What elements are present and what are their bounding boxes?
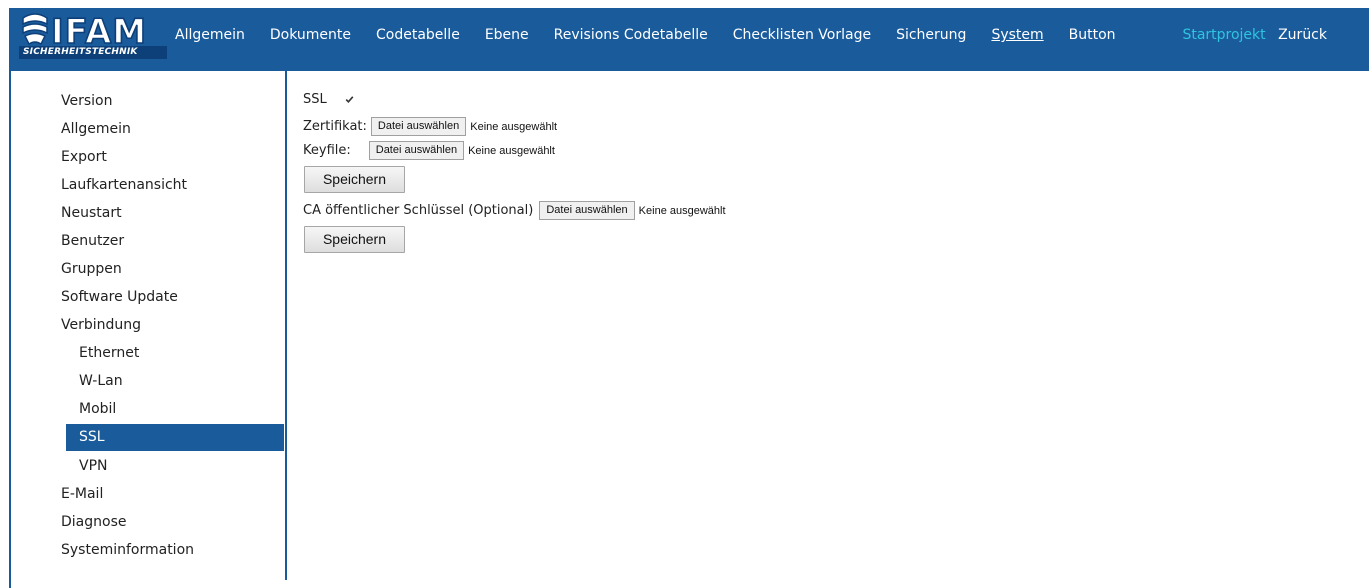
ca-key-file-button[interactable]: Datei auswählen	[539, 201, 635, 220]
ca-key-label: CA öffentlicher Schlüssel (Optional)	[303, 203, 534, 218]
certificate-row: Zertifikat: Datei auswählen Keine ausgew…	[303, 117, 557, 136]
sidebar-item-neustart[interactable]: Neustart	[61, 205, 122, 221]
certificate-label: Zertifikat:	[303, 119, 367, 134]
certificate-no-file: Keine ausgewählt	[470, 120, 558, 133]
main-nav: Allgemein Dokumente Codetabelle Ebene Re…	[175, 27, 1141, 43]
sidebar-item-version[interactable]: Version	[61, 93, 112, 109]
nav-revisions-codetabelle[interactable]: Revisions Codetabelle	[554, 27, 708, 43]
back-link[interactable]: Zurück	[1278, 27, 1327, 43]
logo-subtitle: SICHERHEITSTECHNIK	[19, 46, 167, 59]
sidebar-item-ssl[interactable]: SSL	[66, 424, 284, 451]
sidebar-item-allgemein[interactable]: Allgemein	[61, 121, 131, 137]
nav-checklisten-vorlage[interactable]: Checklisten Vorlage	[733, 27, 871, 43]
right-nav: Startprojekt Zurück	[1182, 27, 1327, 43]
sidebar-item-vpn[interactable]: VPN	[79, 458, 108, 474]
ca-key-no-file: Keine ausgewählt	[638, 204, 726, 217]
sidebar: Version Allgemein Export Laufkartenansic…	[11, 71, 285, 580]
nav-codetabelle[interactable]: Codetabelle	[376, 27, 460, 43]
keyfile-row: Keyfile: Datei auswählen Keine ausgewähl…	[303, 141, 555, 160]
sidebar-item-diagnose[interactable]: Diagnose	[61, 514, 126, 530]
ssl-row: SSL	[303, 92, 354, 107]
ssl-label: SSL	[303, 92, 327, 107]
keyfile-label: Keyfile:	[303, 143, 351, 158]
save-button[interactable]: Speichern	[304, 166, 405, 193]
keyfile-no-file: Keine ausgewählt	[468, 144, 555, 157]
sidebar-item-export[interactable]: Export	[61, 149, 107, 165]
sidebar-divider	[285, 71, 287, 580]
nav-button[interactable]: Button	[1069, 27, 1116, 43]
left-margin	[0, 0, 9, 588]
certificate-file-button[interactable]: Datei auswählen	[370, 117, 467, 136]
nav-sicherung[interactable]: Sicherung	[896, 27, 966, 43]
ca-key-row: CA öffentlicher Schlüssel (Optional) Dat…	[303, 201, 726, 220]
nav-ebene[interactable]: Ebene	[485, 27, 529, 43]
sidebar-item-mobil[interactable]: Mobil	[79, 401, 116, 417]
sidebar-item-software-update[interactable]: Software Update	[61, 289, 178, 305]
sidebar-item-benutzer[interactable]: Benutzer	[61, 233, 124, 249]
svg-text:IFAM: IFAM	[51, 12, 147, 46]
sidebar-item-verbindung[interactable]: Verbindung	[61, 317, 141, 333]
keyfile-file-button[interactable]: Datei auswählen	[368, 141, 465, 160]
sidebar-item-laufkartenansicht[interactable]: Laufkartenansicht	[61, 177, 187, 193]
sidebar-item-ethernet[interactable]: Ethernet	[79, 345, 139, 361]
sidebar-item-w-lan[interactable]: W-Lan	[79, 373, 123, 389]
nav-allgemein[interactable]: Allgemein	[175, 27, 245, 43]
save-ca-button[interactable]: Speichern	[304, 226, 405, 253]
ssl-checkbox[interactable]	[344, 95, 354, 104]
company-logo[interactable]: IFAM SICHERHEITSTECHNIK	[19, 12, 167, 64]
sidebar-item-gruppen[interactable]: Gruppen	[61, 261, 122, 277]
startprojekt-link[interactable]: Startprojekt	[1182, 27, 1265, 43]
nav-system[interactable]: System	[991, 27, 1043, 43]
nav-dokumente[interactable]: Dokumente	[270, 27, 351, 43]
ifam-logo-mark: IFAM	[22, 12, 147, 46]
sidebar-item-e-mail[interactable]: E-Mail	[61, 486, 103, 502]
sidebar-item-systeminformation[interactable]: Systeminformation	[61, 542, 194, 558]
